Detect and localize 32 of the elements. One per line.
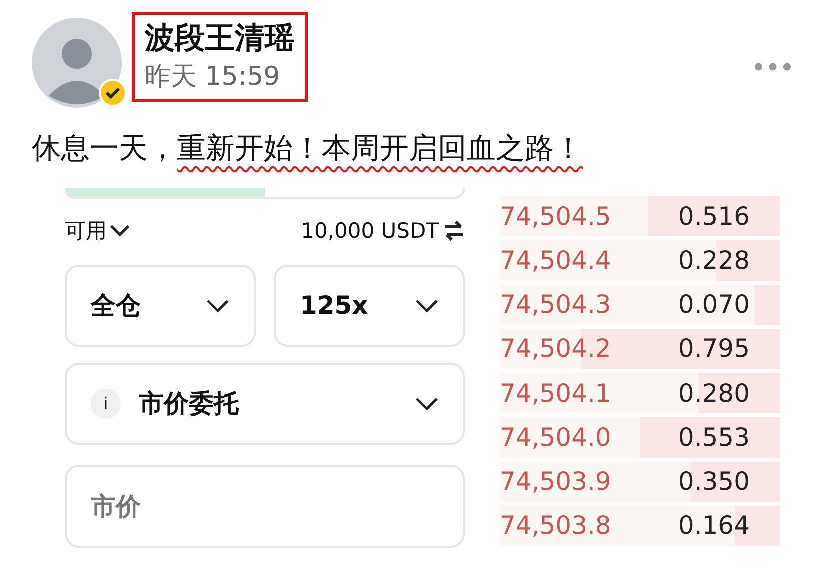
- post-time: 昨天 15:59: [145, 61, 282, 94]
- ask-price: 74,503.8: [500, 511, 612, 540]
- price-input-field[interactable]: 市价: [65, 464, 465, 548]
- post-text: 休息一天，重新开始！本周开启回血之路！: [32, 130, 584, 167]
- ask-price: 74,504.0: [500, 422, 612, 452]
- ask-amount: 0.280: [678, 378, 750, 408]
- margin-mode-dropdown[interactable]: 全仓: [65, 264, 256, 347]
- ask-amount: 0.228: [678, 246, 750, 275]
- ask-amount: 0.070: [678, 290, 750, 320]
- ask-price: 74,504.1: [500, 378, 612, 408]
- chevron-down-icon: [415, 298, 439, 313]
- swap-arrows-icon[interactable]: [443, 220, 465, 241]
- order-type-dropdown[interactable]: i 市价委托: [65, 362, 465, 445]
- ask-price: 74,504.4: [500, 246, 612, 275]
- ask-amount: 0.516: [678, 202, 750, 231]
- balance-value: 10,000 USDT: [301, 218, 439, 243]
- ask-amount: 0.553: [678, 422, 750, 452]
- more-options-icon[interactable]: [754, 62, 792, 72]
- ask-price: 74,504.3: [500, 290, 612, 320]
- ask-price: 74,504.2: [500, 334, 612, 364]
- ask-amount: 0.350: [678, 467, 750, 496]
- ask-amount: 0.795: [678, 334, 750, 364]
- chevron-down-icon: [109, 224, 131, 238]
- chevron-down-icon: [415, 396, 439, 411]
- leverage-dropdown[interactable]: 125x: [274, 264, 465, 347]
- chevron-down-icon: [206, 298, 230, 313]
- avatar-silhouette[interactable]: [32, 18, 122, 108]
- ask-price: 74,504.5: [500, 202, 612, 231]
- available-dropdown[interactable]: 可用: [65, 216, 131, 245]
- author-name[interactable]: 波段王清瑶: [145, 19, 295, 59]
- ask-amount: 0.164: [678, 511, 750, 540]
- ask-price: 74,503.9: [500, 467, 612, 496]
